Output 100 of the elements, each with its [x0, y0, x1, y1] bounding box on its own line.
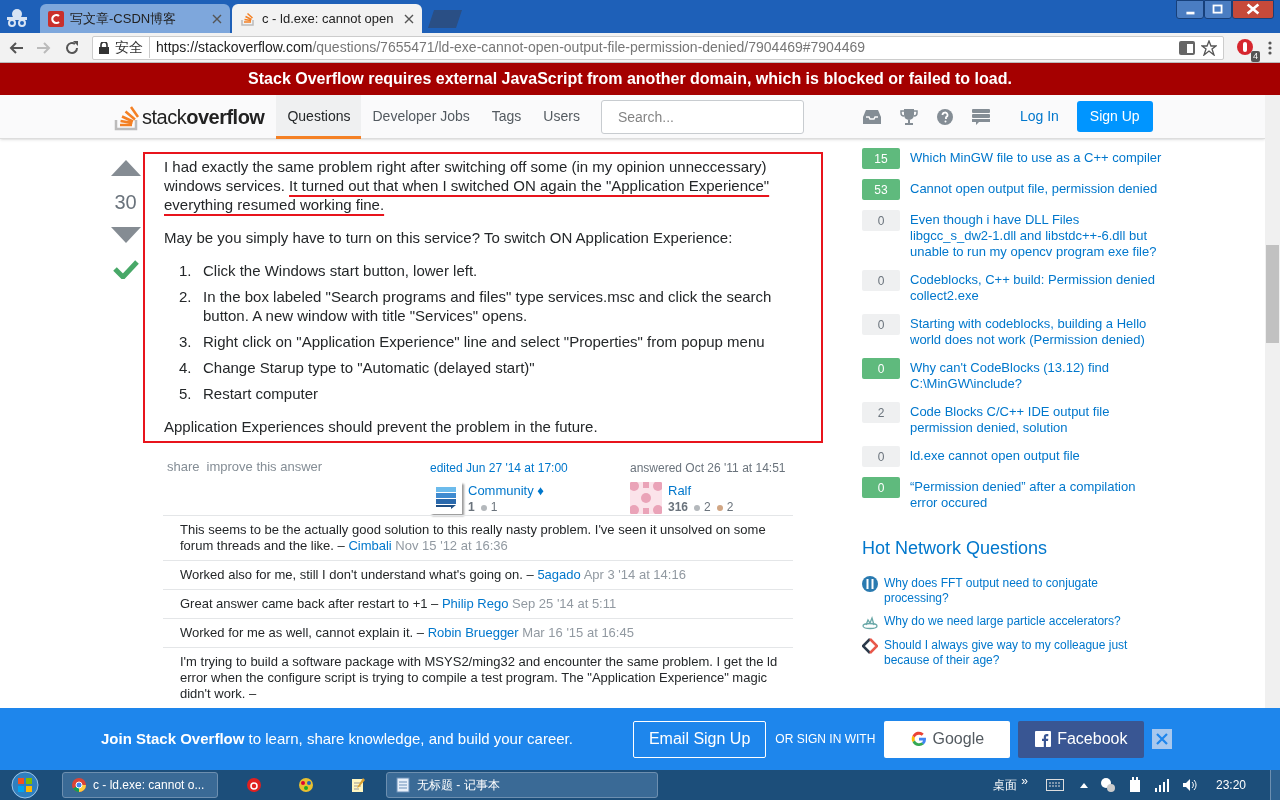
- nav-tab[interactable]: Questions: [276, 95, 362, 139]
- user-link[interactable]: Ralf: [668, 482, 734, 499]
- facebook-logo-icon: [1035, 731, 1052, 747]
- nav-tab[interactable]: Tags: [480, 95, 533, 139]
- inbox-icon[interactable]: [861, 108, 882, 125]
- browser-tab[interactable]: c - ld.exe: cannot open: [232, 4, 422, 33]
- tray-app-icon[interactable]: [1099, 777, 1116, 793]
- extension-badge: 4: [1251, 50, 1260, 62]
- toolbar-overflow-chevron[interactable]: »: [1021, 772, 1028, 790]
- login-link[interactable]: Log In: [1019, 106, 1059, 127]
- hot-question-link[interactable]: Why do we need large particle accelerators?: [884, 614, 1154, 630]
- related-question-link[interactable]: Even though i have DLL Files libgcc_s_dw2-1.dll and libstdc++-6.dll but unable to run my opencv program exe file?: [910, 210, 1165, 260]
- related-question-link[interactable]: Codeblocks, C++ build: Permission denied collect2.exe: [910, 270, 1165, 304]
- related-question-link[interactable]: Which MinGW file to use as a C++ compiler: [910, 148, 1165, 169]
- list-number: 4.: [179, 358, 193, 377]
- user-link[interactable]: Community ♦: [468, 482, 544, 499]
- browser-tab[interactable]: 写文章-CSDN博客: [40, 4, 230, 33]
- email-signup-button[interactable]: Email Sign Up: [632, 720, 767, 758]
- bookmark-star-icon[interactable]: [1201, 39, 1217, 56]
- list-number: 5.: [179, 384, 193, 403]
- taskbar-app-icon[interactable]: [298, 777, 314, 793]
- list-item-text: Restart computer: [203, 384, 319, 403]
- google-button[interactable]: Google: [884, 720, 1011, 758]
- answer-count-badge: 0: [862, 477, 900, 498]
- hot-question-link[interactable]: Why does FFT output need to conjugate processing?: [884, 576, 1154, 606]
- minimize-icon[interactable]: [1176, 0, 1204, 19]
- power-icon[interactable]: [1127, 777, 1142, 793]
- taskbar-item[interactable]: 无标题 - 记事本: [386, 772, 658, 798]
- badge-count: 2: [726, 499, 734, 516]
- signature-date[interactable]: edited Jun 27 '14 at 17:00: [430, 457, 630, 477]
- answer-count-badge: 15: [862, 148, 900, 169]
- answer-paragraph: I had exactly the same problem right after switching off some (in my opinion unneccessary) windows services. It turned out that when I switched ON again the "Application Experience" everything resumed working fine.: [164, 157, 771, 214]
- tab-title: c - ld.exe: cannot open: [262, 9, 395, 28]
- desktop-toolbar-label[interactable]: 桌面: [993, 776, 1018, 794]
- tray-expand-icon[interactable]: [1079, 782, 1088, 788]
- list-item-text: Right click on "Application Experience" line and select "Properties" from popup menu: [203, 332, 765, 351]
- reload-icon[interactable]: [64, 39, 80, 56]
- trophy-icon[interactable]: [899, 107, 918, 126]
- list-number: 2.: [179, 287, 193, 307]
- related-question-link[interactable]: Code Blocks C/C++ IDE output file permission denied, solution: [910, 402, 1165, 436]
- post-menu-link[interactable]: share: [167, 457, 200, 473]
- nav-tab[interactable]: Developer Jobs: [361, 95, 481, 139]
- site-icon[interactable]: [862, 638, 878, 654]
- start-button[interactable]: [8, 771, 42, 799]
- related-question-link[interactable]: Why can't CodeBlocks (13.12) find C:\MinGW\include?: [910, 358, 1165, 392]
- warning-banner: Stack Overflow requires external JavaScript from another domain, which is blocked or failed to load.: [0, 63, 1280, 95]
- comment-user-link[interactable]: Philip Rego: [441, 596, 509, 611]
- close-icon[interactable]: [1232, 0, 1274, 19]
- comment-user-link[interactable]: Robin Bruegger: [427, 625, 519, 640]
- security-label: 安全: [115, 37, 150, 58]
- reputation-score: 1: [468, 499, 475, 516]
- url-text: https://stackoverflow.com/questions/7655471/ld-exe-cannot-open-output-file-permission-denied/7904469#7904469: [156, 38, 866, 57]
- post-menu-link[interactable]: improve this answer: [206, 457, 323, 473]
- upvote-icon[interactable]: [110, 160, 141, 176]
- reputation-score: 316: [668, 499, 689, 516]
- taskbar-app-icon[interactable]: [246, 777, 262, 793]
- taskbar-app-icon[interactable]: [350, 777, 366, 793]
- volume-icon[interactable]: [1181, 778, 1198, 792]
- review-queue-icon[interactable]: [971, 107, 990, 126]
- signature-date[interactable]: answered Oct 26 '11 at 14:51: [630, 457, 820, 477]
- comment-user-link[interactable]: Cimbali: [348, 538, 392, 553]
- search-field[interactable]: Search...: [600, 99, 804, 134]
- list-number: 3.: [179, 332, 193, 351]
- signup-button[interactable]: Sign Up: [1076, 101, 1153, 132]
- address-bar[interactable]: 安全 https://stackoverflow.com/questions/7655471/ld-exe-cannot-open-output-file-permission-denied/7904469#7904469: [92, 35, 1224, 60]
- scrollbar-thumb[interactable]: [1266, 245, 1279, 343]
- related-question-link[interactable]: “Permission denied” after a compilation error occured: [910, 477, 1165, 511]
- related-question-link[interactable]: ld.exe cannot open output file: [910, 446, 1165, 467]
- related-question-link[interactable]: Cannot open output file, permission denied: [910, 179, 1165, 200]
- downvote-icon[interactable]: [110, 227, 141, 243]
- list-item-text: Change Starup type to "Automatic (delayed start)": [203, 358, 535, 377]
- help-icon[interactable]: [935, 107, 954, 126]
- keyboard-icon[interactable]: [1045, 779, 1064, 791]
- hot-question-link[interactable]: Should I always give way to my colleague just because of their age?: [884, 638, 1154, 668]
- list-item-text: Click the Windows start button, lower left.: [203, 261, 478, 280]
- badge-count: 2: [704, 499, 711, 516]
- answer-count-badge: 2: [862, 402, 900, 423]
- taskbar-item[interactable]: c - ld.exe: cannot o...: [62, 772, 218, 798]
- signal-icon[interactable]: [1153, 778, 1170, 792]
- comment-text: Worked also for me, still I don't understand what's going on. – 5agado Apr 3 '14 at 14:16: [180, 567, 687, 583]
- sign-in-label: OR SIGN IN WITH: [775, 731, 876, 748]
- facebook-button[interactable]: Facebook: [1018, 720, 1145, 758]
- menu-icon[interactable]: [1268, 39, 1272, 56]
- nav-tab[interactable]: Users: [532, 95, 591, 139]
- comment-text: This seems to be the actually good solution to this really nasty problem. I've seen it unsolved on some forum threads and the like. – Cimbali Nov 15 '12 at 16:36: [180, 522, 767, 554]
- comment-user-link[interactable]: 5agado: [537, 567, 581, 582]
- google-logo-icon: [910, 731, 927, 747]
- app-icon: [71, 777, 87, 793]
- maximize-icon[interactable]: [1204, 0, 1232, 19]
- list-item-text: In the box labeled "Search programs and files" type services.msc and click the search button. A new window with title "Services" opens.: [203, 287, 773, 325]
- site-wordmark[interactable]: stackoverflow: [142, 101, 265, 132]
- csdn-logo-icon: [48, 10, 64, 27]
- back-icon[interactable]: [8, 39, 24, 56]
- translate-icon[interactable]: [1179, 40, 1195, 55]
- comment-text: Worked for me as well, cannot explain it. – Robin Bruegger Mar 16 '15 at 16:45: [180, 625, 635, 641]
- related-question-link[interactable]: Starting with codeblocks, building a Hello world does not work (Permission denied): [910, 314, 1165, 348]
- close-icon[interactable]: [404, 13, 414, 24]
- banner-text: Join Stack Overflow to learn, share knowledge, and build your career.: [101, 728, 573, 749]
- clock-time[interactable]: 23:20: [1215, 776, 1246, 794]
- extension-icon[interactable]: [1236, 37, 1254, 56]
